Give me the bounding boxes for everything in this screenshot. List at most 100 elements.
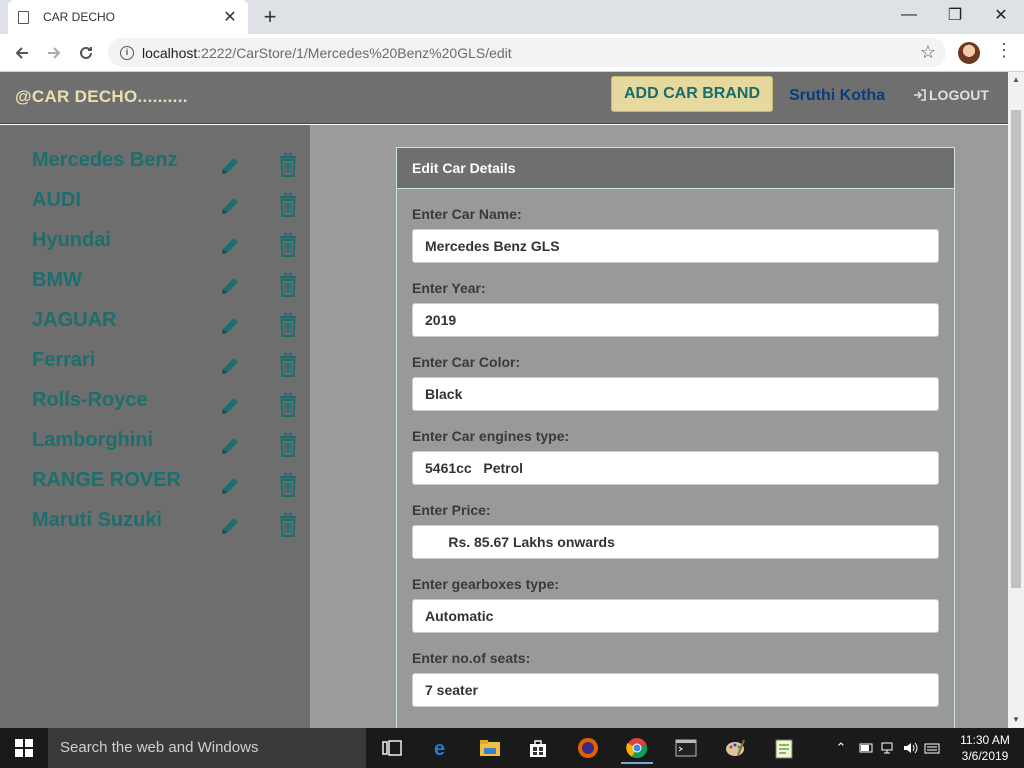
- chrome-icon[interactable]: [621, 732, 653, 764]
- trash-delete-icon[interactable]: [278, 312, 300, 337]
- field-input[interactable]: 5461cc Petrol: [412, 451, 939, 485]
- close-tab-icon[interactable]: ✕: [222, 7, 238, 27]
- login-arrow-icon: [914, 89, 926, 101]
- brand-list-item: Hyundai: [0, 229, 310, 269]
- restore-button[interactable]: ❐: [932, 0, 978, 30]
- notepad-plus-icon[interactable]: [768, 732, 800, 764]
- url-host: localhost: [142, 44, 198, 61]
- pencil-edit-icon[interactable]: [219, 275, 241, 297]
- paint-icon[interactable]: [719, 732, 751, 764]
- start-button[interactable]: [0, 728, 48, 768]
- trash-delete-icon[interactable]: [278, 272, 300, 297]
- taskbar-clock[interactable]: 11:30 AM 3/6/2019: [955, 732, 1015, 764]
- reload-button[interactable]: [73, 40, 99, 66]
- clock-time: 11:30 AM: [960, 733, 1010, 747]
- brand-list-item: Maruti Suzuki: [0, 509, 310, 549]
- brand-list-item: JAGUAR: [0, 309, 310, 349]
- brand-list-item: BMW: [0, 269, 310, 309]
- brand-list-item: Ferrari: [0, 349, 310, 389]
- document-icon: [18, 10, 29, 24]
- scroll-down-arrow-icon[interactable]: ▼: [1008, 712, 1024, 728]
- pencil-edit-icon[interactable]: [219, 315, 241, 337]
- browser-menu-icon[interactable]: ⋮: [995, 40, 1013, 61]
- field-input[interactable]: Rs. 85.67 Lakhs onwards: [412, 525, 939, 559]
- pencil-edit-icon[interactable]: [219, 475, 241, 497]
- field-label: Enter gearboxes type:: [412, 576, 560, 592]
- field-input[interactable]: Automatic: [412, 599, 939, 633]
- terminal-icon[interactable]: [670, 732, 702, 764]
- address-bar[interactable]: i localhost:2222/CarStore/1/Mercedes%20B…: [108, 38, 946, 67]
- field-input[interactable]: Mercedes Benz GLS: [412, 229, 939, 263]
- brand-name-link[interactable]: BMW: [32, 269, 82, 292]
- site-info-icon[interactable]: i: [120, 45, 134, 60]
- svg-text:e: e: [434, 738, 445, 759]
- show-hidden-icons-icon[interactable]: ⌃: [832, 740, 850, 756]
- user-name-link[interactable]: Sruthi Kotha: [789, 87, 885, 105]
- windows-logo-icon: [15, 739, 33, 757]
- pencil-edit-icon[interactable]: [219, 515, 241, 537]
- pencil-edit-icon[interactable]: [219, 435, 241, 457]
- brand-list-item: AUDI: [0, 189, 310, 229]
- brand-name-link[interactable]: Lamborghini: [32, 429, 153, 452]
- forward-button[interactable]: [41, 40, 67, 66]
- brand-name-link[interactable]: RANGE ROVER: [32, 469, 181, 492]
- back-arrow-icon: [15, 47, 28, 59]
- minimize-button[interactable]: —: [886, 0, 932, 30]
- brand-name-link[interactable]: AUDI: [32, 189, 81, 212]
- url-text[interactable]: localhost:2222/CarStore/1/Mercedes%20Ben…: [142, 45, 512, 61]
- firefox-icon[interactable]: [572, 732, 604, 764]
- brand-list-item: RANGE ROVER: [0, 469, 310, 509]
- trash-delete-icon[interactable]: [278, 392, 300, 417]
- taskbar-search-box[interactable]: Search the web and Windows: [48, 728, 366, 768]
- field-label: Enter Price:: [412, 502, 491, 518]
- back-button[interactable]: [9, 40, 35, 66]
- trash-delete-icon[interactable]: [278, 192, 300, 217]
- scroll-up-arrow-icon[interactable]: ▲: [1008, 72, 1024, 88]
- trash-delete-icon[interactable]: [278, 512, 300, 537]
- scrollbar-thumb[interactable]: [1011, 110, 1021, 588]
- url-path: :2222/CarStore/1/Mercedes%20Benz%20GLS/e…: [197, 44, 512, 61]
- logout-link[interactable]: LOGOUT: [913, 87, 989, 103]
- bookmark-star-icon[interactable]: ☆: [920, 42, 936, 63]
- task-view-icon[interactable]: [376, 732, 408, 764]
- browser-tab-strip: CAR DECHO ✕ + — ❐ ✕: [0, 0, 1024, 34]
- trash-delete-icon[interactable]: [278, 432, 300, 457]
- add-car-brand-button[interactable]: ADD CAR BRAND: [611, 76, 773, 112]
- store-icon[interactable]: [522, 732, 554, 764]
- field-input[interactable]: 2019: [412, 303, 939, 337]
- edge-browser-icon[interactable]: e: [426, 732, 458, 764]
- field-input[interactable]: 7 seater: [412, 673, 939, 707]
- logout-label: LOGOUT: [929, 87, 989, 103]
- browser-tab[interactable]: CAR DECHO ✕: [8, 0, 248, 34]
- close-window-button[interactable]: ✕: [978, 0, 1024, 30]
- field-label: Enter no.of seats:: [412, 650, 531, 666]
- brand-name-link[interactable]: Mercedes Benz: [32, 149, 178, 172]
- profile-avatar[interactable]: [958, 42, 980, 64]
- card-title: Edit Car Details: [397, 148, 954, 189]
- brand-name-link[interactable]: JAGUAR: [32, 309, 116, 332]
- pencil-edit-icon[interactable]: [219, 355, 241, 377]
- pencil-edit-icon[interactable]: [219, 155, 241, 177]
- brand-list-item: Lamborghini: [0, 429, 310, 469]
- network-icon[interactable]: [880, 741, 896, 755]
- trash-delete-icon[interactable]: [278, 152, 300, 177]
- pencil-edit-icon[interactable]: [219, 395, 241, 417]
- file-explorer-icon[interactable]: [474, 732, 506, 764]
- keyboard-icon[interactable]: [924, 741, 940, 755]
- volume-icon[interactable]: [902, 741, 918, 755]
- brand-name-link[interactable]: Rolls-Royce: [32, 389, 148, 412]
- pencil-edit-icon[interactable]: [219, 195, 241, 217]
- page-scrollbar[interactable]: ▲ ▼: [1008, 72, 1024, 728]
- reload-icon: [80, 46, 92, 59]
- trash-delete-icon[interactable]: [278, 352, 300, 377]
- field-input[interactable]: Black: [412, 377, 939, 411]
- new-tab-button[interactable]: +: [259, 4, 281, 30]
- trash-delete-icon[interactable]: [278, 472, 300, 497]
- trash-delete-icon[interactable]: [278, 232, 300, 257]
- brand-name-link[interactable]: Hyundai: [32, 229, 111, 252]
- brand-name-link[interactable]: Ferrari: [32, 349, 95, 372]
- pencil-edit-icon[interactable]: [219, 235, 241, 257]
- brand-name-link[interactable]: Maruti Suzuki: [32, 509, 162, 532]
- battery-icon[interactable]: [858, 741, 874, 755]
- app-logo-text: @CAR DECHO..........: [15, 87, 188, 106]
